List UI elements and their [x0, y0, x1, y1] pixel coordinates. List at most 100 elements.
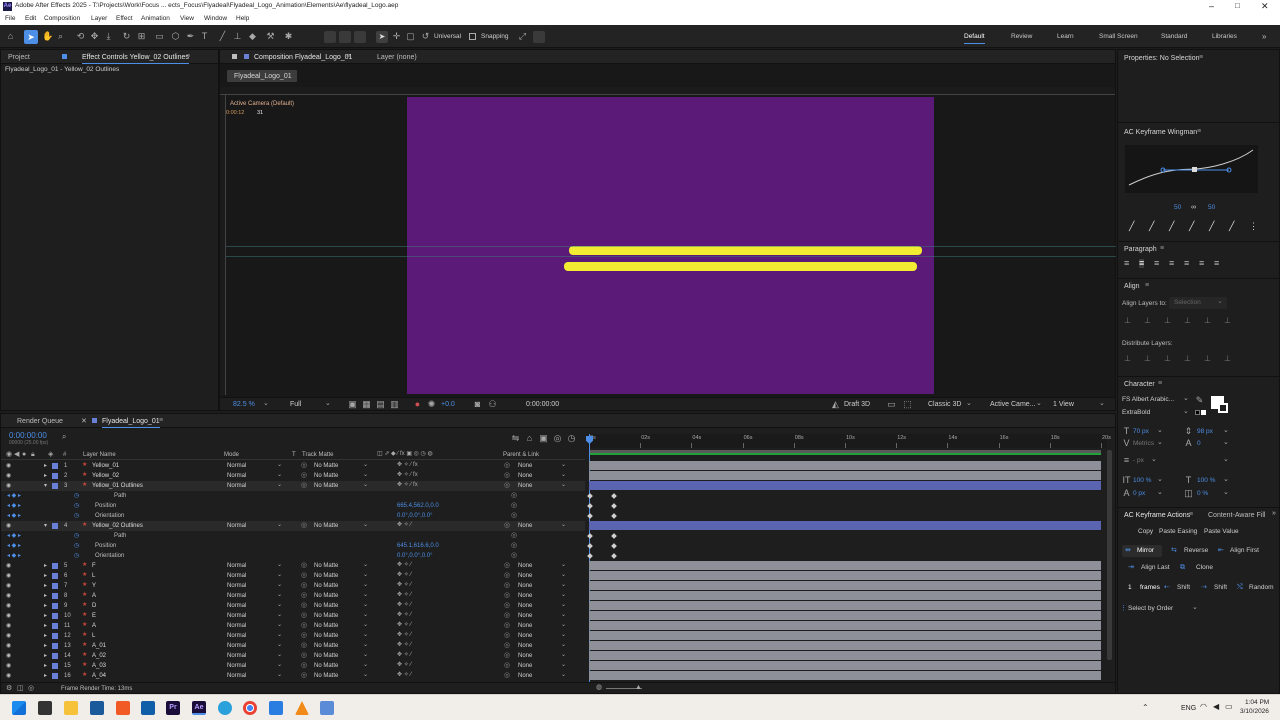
parent-pickwhip-icon[interactable]: ◎: [504, 582, 510, 589]
zoom-in-icon[interactable]: ▲: [635, 684, 642, 691]
clone-stamp-tool-icon[interactable]: ⊥: [233, 32, 242, 41]
guides-icon[interactable]: ▥: [390, 400, 399, 409]
kerning-chevron-icon[interactable]: ⌄: [1157, 439, 1163, 446]
visibility-eye-icon[interactable]: ◉: [6, 653, 11, 659]
layer-row[interactable]: ◉ ▸ 7 ★ Y Normal ⌄ ◎ No Matte ⌄ ✥ ✧ ⁄ ◎ None ⌄: [1, 581, 585, 591]
snapping-label[interactable]: Snapping: [481, 33, 508, 41]
battery-icon[interactable]: ▭: [1225, 703, 1233, 711]
layer-duration-bar[interactable]: [589, 621, 1101, 630]
parent-pickwhip-icon[interactable]: ◎: [504, 482, 510, 489]
mode-chevron-icon[interactable]: ⌄: [277, 602, 282, 608]
snapshot-icon[interactable]: ◙: [473, 400, 482, 409]
puppet-tool-icon[interactable]: ✱: [284, 32, 293, 41]
stopwatch-icon[interactable]: ◷: [74, 533, 79, 539]
mode-chevron-icon[interactable]: ⌄: [277, 472, 282, 478]
keyframe-end[interactable]: [611, 503, 617, 509]
modes-toggle-icon[interactable]: ◎: [28, 685, 34, 692]
layer-duration-bar[interactable]: [589, 571, 1101, 580]
workspace-libraries[interactable]: Libraries: [1212, 33, 1237, 41]
brave-browser-icon[interactable]: [116, 701, 130, 715]
property-row[interactable]: ◷ ◂ ◆ ▸ Position 665.4,562.0,0.0 ◎: [1, 501, 585, 511]
matte-pickwhip-icon[interactable]: ◎: [301, 482, 307, 489]
layer-switches[interactable]: ✥ ✧ ⁄ fx: [397, 462, 418, 468]
paragraph-align-icon-5[interactable]: ≡: [1184, 259, 1189, 268]
layer-row[interactable]: ◉ ▸ 16 ★ A_04 Normal ⌄ ◎ No Matte ⌄ ✥ ✧ ⁄ ◎ None ⌄: [1, 671, 585, 681]
keyframe-end[interactable]: [611, 513, 617, 519]
zoom-dropdown[interactable]: 82.5 %: [233, 401, 255, 408]
frames-label[interactable]: frames: [1140, 584, 1160, 592]
eraser-tool-icon[interactable]: ◆: [248, 32, 257, 41]
stopwatch-icon[interactable]: ◷: [74, 513, 79, 519]
pickwhip-icon[interactable]: ◎: [511, 492, 517, 499]
menu-item-view[interactable]: View: [180, 15, 194, 23]
track-matte-dropdown[interactable]: No Matte: [314, 483, 338, 489]
layer-name[interactable]: A_04: [92, 673, 106, 679]
layer-name[interactable]: L: [92, 633, 95, 639]
distribute-layer-icon-6[interactable]: ⊥: [1224, 355, 1231, 363]
move-tool-icon[interactable]: ✛: [392, 32, 401, 41]
parent-dropdown[interactable]: None: [518, 633, 532, 639]
resolution-dropdown[interactable]: Full: [290, 401, 301, 408]
draft3d-label[interactable]: Draft 3D: [844, 401, 870, 408]
layer-label-color[interactable]: [52, 603, 58, 609]
expand-twirl-icon[interactable]: ▸: [44, 653, 47, 659]
ease-link-icon[interactable]: ∞: [1191, 204, 1196, 211]
channel-icon[interactable]: ●: [413, 400, 422, 409]
font-size-value[interactable]: 70 px: [1133, 428, 1149, 436]
track-matte-dropdown[interactable]: No Matte: [314, 593, 338, 599]
layer-row[interactable]: ◉ ▾ 3 ★ Yellow_01 Outlines Normal ⌄ ◎ No Matte ⌄ ✥…: [1, 481, 585, 491]
parent-dropdown[interactable]: None: [518, 613, 532, 619]
parent-pickwhip-icon[interactable]: ◎: [504, 662, 510, 669]
pointer-tool-icon[interactable]: ➤: [376, 31, 388, 43]
layer-mode-dropdown[interactable]: Normal: [227, 593, 246, 599]
align-selection-dropdown[interactable]: Selection ⌄: [1169, 297, 1227, 309]
tab-timeline-comp[interactable]: Flyadeal_Logo_01: [102, 418, 160, 428]
menu-item-effect[interactable]: Effect: [116, 15, 133, 23]
matte-chevron-icon[interactable]: ⌄: [363, 522, 368, 528]
layer-label-color[interactable]: [52, 473, 58, 479]
parent-header[interactable]: Parent & Link: [503, 452, 539, 458]
menu-item-help[interactable]: Help: [236, 15, 249, 23]
app-icon-1[interactable]: [90, 701, 104, 715]
vertical-scale-value[interactable]: 100 %: [1133, 477, 1151, 485]
keyframe-end[interactable]: [611, 553, 617, 559]
matte-chevron-icon[interactable]: ⌄: [363, 472, 368, 478]
shy-icon[interactable]: ▣: [539, 434, 548, 443]
parent-chevron-icon[interactable]: ⌄: [561, 622, 566, 628]
matte-pickwhip-icon[interactable]: ◎: [301, 612, 307, 619]
workspace-learn[interactable]: Learn: [1057, 33, 1074, 41]
track-matte-dropdown[interactable]: No Matte: [314, 623, 338, 629]
chrome-icon[interactable]: [243, 701, 257, 715]
matte-pickwhip-icon[interactable]: ◎: [301, 602, 307, 609]
distribute-layer-icon-3[interactable]: ⊥: [1164, 355, 1171, 363]
expand-twirl-icon[interactable]: ▾: [44, 483, 47, 489]
paragraph-align-icon-7[interactable]: ≡: [1214, 259, 1219, 268]
layer-label-color[interactable]: [52, 663, 58, 669]
ease-preset-icon-2[interactable]: ╱: [1149, 222, 1154, 231]
scale-tool-icon[interactable]: ▢: [406, 32, 415, 41]
menu-item-animation[interactable]: Animation: [141, 15, 170, 23]
rotation-tool-icon[interactable]: ↺: [421, 32, 430, 41]
track-matte-dropdown[interactable]: No Matte: [314, 673, 338, 679]
black-swatch[interactable]: [1195, 410, 1200, 415]
parent-dropdown[interactable]: None: [518, 653, 532, 659]
baseline-shift-value[interactable]: 0 px: [1133, 490, 1145, 498]
layer-label-color[interactable]: [52, 653, 58, 659]
layer-mode-dropdown[interactable]: Normal: [227, 643, 246, 649]
mode-chevron-icon[interactable]: ⌄: [277, 522, 282, 528]
render-toggle-icon[interactable]: ⚙: [6, 685, 12, 692]
mode-chevron-icon[interactable]: ⌄: [277, 672, 282, 678]
telegram-icon[interactable]: [218, 701, 232, 715]
parent-dropdown[interactable]: None: [518, 603, 532, 609]
layer-switches[interactable]: ✥ ✧ ⁄: [397, 632, 411, 638]
parent-pickwhip-icon[interactable]: ◎: [504, 672, 510, 679]
matte-chevron-icon[interactable]: ⌄: [363, 572, 368, 578]
matte-chevron-icon[interactable]: ⌄: [363, 582, 368, 588]
layer-switches[interactable]: ✥ ✧ ⁄: [397, 672, 411, 678]
stopwatch-icon[interactable]: ◷: [74, 553, 79, 559]
layer-duration-bar[interactable]: [589, 581, 1101, 590]
layer-switches[interactable]: ✥ ✧ ⁄ fx: [397, 482, 418, 488]
yellow-bar-02[interactable]: [564, 262, 917, 271]
switches-toggle-icon[interactable]: ◫: [17, 685, 24, 692]
character-menu-icon[interactable]: ≡: [1158, 380, 1162, 387]
